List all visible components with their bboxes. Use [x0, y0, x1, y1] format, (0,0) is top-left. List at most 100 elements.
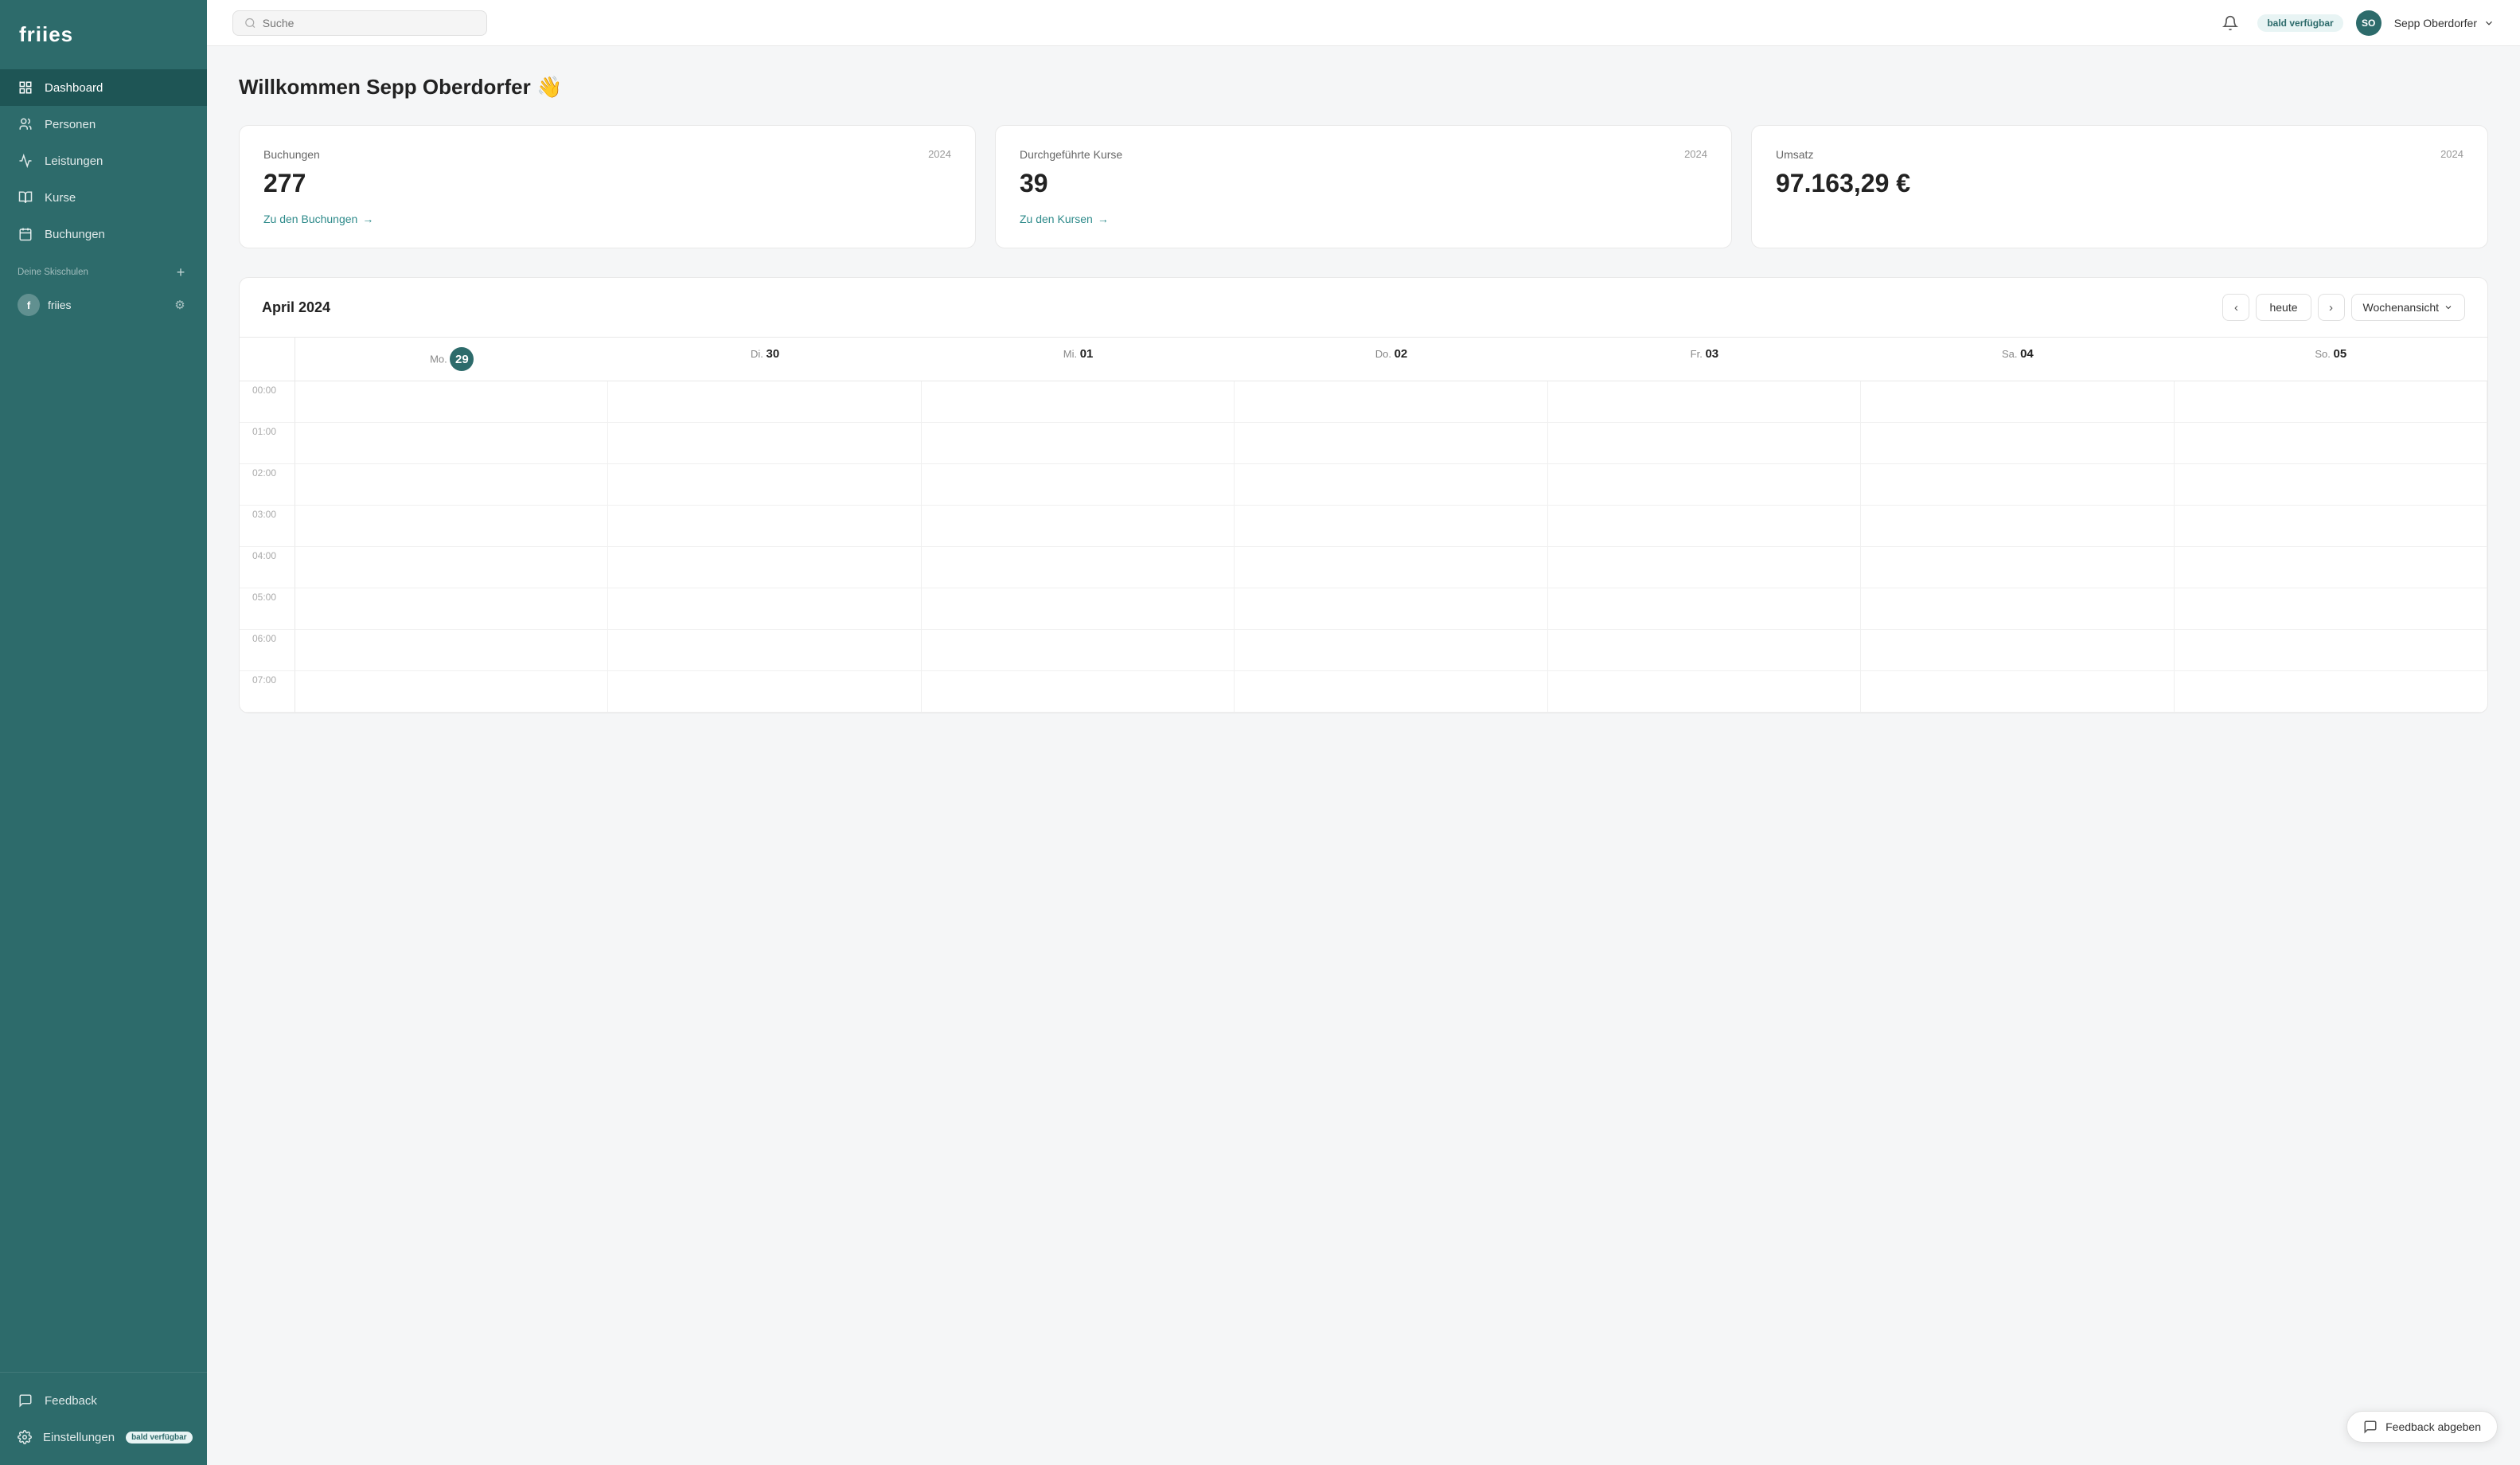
calendar-cell[interactable]: [1861, 630, 2174, 671]
leistungen-icon: [18, 153, 33, 169]
calendar-cell[interactable]: [1861, 381, 2174, 423]
calendar-cell[interactable]: [295, 381, 608, 423]
time-slot: 00:00: [240, 381, 295, 423]
calendar-cell[interactable]: [2175, 506, 2487, 547]
chevron-down-icon: [2444, 303, 2453, 312]
calendar-cell[interactable]: [1548, 630, 1861, 671]
calendar-cell[interactable]: [2175, 381, 2487, 423]
calendar-cell[interactable]: [1548, 381, 1861, 423]
calendar-cell[interactable]: [1235, 464, 1547, 506]
time-slot: 03:00: [240, 506, 295, 547]
calendar-day-number: 30: [767, 347, 780, 361]
calendar-cell[interactable]: [608, 381, 921, 423]
day-abbr: Do.: [1375, 348, 1391, 360]
calendar-today-button[interactable]: heute: [2256, 294, 2311, 321]
calendar-cell[interactable]: [295, 464, 608, 506]
day-abbr: Fr.: [1691, 348, 1703, 360]
notification-button[interactable]: [2216, 9, 2245, 37]
calendar-cell[interactable]: [608, 547, 921, 588]
calendar-cell[interactable]: [922, 381, 1235, 423]
calendar-cell[interactable]: [2175, 547, 2487, 588]
stat-value-umsatz: 97.163,29 €: [1776, 169, 2463, 198]
calendar-cell[interactable]: [922, 464, 1235, 506]
calendar-cell[interactable]: [1861, 547, 2174, 588]
calendar-cell[interactable]: [1235, 588, 1547, 630]
calendar-cell[interactable]: [608, 630, 921, 671]
calendar-cell[interactable]: [922, 506, 1235, 547]
calendar-cell[interactable]: [1861, 506, 2174, 547]
feedback-float-button[interactable]: Feedback abgeben: [2346, 1411, 2498, 1443]
calendar-cell[interactable]: [295, 630, 608, 671]
calendar-cell[interactable]: [1548, 423, 1861, 464]
calendar-cell[interactable]: [608, 464, 921, 506]
calendar-cell[interactable]: [295, 423, 608, 464]
ski-school-avatar: f: [18, 294, 40, 316]
buchungen-icon: [18, 226, 33, 242]
sidebar-item-kurse[interactable]: Kurse: [0, 179, 207, 216]
calendar-cell[interactable]: [295, 588, 608, 630]
buchungen-link-arrow: →: [362, 213, 373, 225]
user-menu-button[interactable]: Sepp Oberdorfer: [2394, 17, 2495, 29]
calendar-cell[interactable]: [1235, 506, 1547, 547]
feedback-label: Feedback: [45, 1394, 97, 1408]
calendar-cell[interactable]: [1548, 671, 1861, 713]
kurse-link[interactable]: Zu den Kursen →: [1020, 213, 1707, 225]
calendar-cell[interactable]: [922, 547, 1235, 588]
calendar-cell[interactable]: [2175, 588, 2487, 630]
search-box[interactable]: [232, 10, 487, 36]
sidebar-item-feedback[interactable]: Feedback: [0, 1382, 207, 1419]
add-ski-school-button[interactable]: +: [172, 264, 189, 281]
calendar-cell[interactable]: [608, 588, 921, 630]
calendar-cell[interactable]: [1861, 588, 2174, 630]
calendar-cell[interactable]: [922, 423, 1235, 464]
feedback-float-label: Feedback abgeben: [2385, 1420, 2481, 1433]
sidebar-item-label: Leistungen: [45, 154, 103, 168]
calendar-cell[interactable]: [608, 423, 921, 464]
sidebar-item-einstellungen[interactable]: Einstellungen bald verfügbar: [0, 1419, 207, 1455]
calendar-cell[interactable]: [922, 671, 1235, 713]
calendar-cell[interactable]: [2175, 671, 2487, 713]
calendar-cell[interactable]: [295, 671, 608, 713]
calendar-cell[interactable]: [922, 630, 1235, 671]
calendar-cell[interactable]: [922, 588, 1235, 630]
calendar-cell[interactable]: [2175, 464, 2487, 506]
calendar-cell[interactable]: [295, 506, 608, 547]
sidebar-item-leistungen[interactable]: Leistungen: [0, 143, 207, 179]
calendar-cell[interactable]: [2175, 630, 2487, 671]
calendar-cell[interactable]: [2175, 423, 2487, 464]
calendar-nav: ‹ heute › Wochenansicht: [2222, 294, 2465, 321]
search-input[interactable]: [263, 17, 475, 29]
calendar-prev-button[interactable]: ‹: [2222, 294, 2249, 321]
calendar-cell[interactable]: [1861, 671, 2174, 713]
calendar-view-button[interactable]: Wochenansicht: [2351, 294, 2465, 321]
calendar-cell[interactable]: [1235, 671, 1547, 713]
calendar-next-button[interactable]: ›: [2318, 294, 2345, 321]
buchungen-link[interactable]: Zu den Buchungen →: [263, 213, 951, 225]
gear-icon[interactable]: ⚙: [170, 295, 189, 314]
sidebar-item-personen[interactable]: Personen: [0, 106, 207, 143]
calendar-cell[interactable]: [1235, 423, 1547, 464]
calendar-cell[interactable]: [1548, 464, 1861, 506]
calendar-cell[interactable]: [1548, 547, 1861, 588]
day-abbr: Mo.: [430, 354, 447, 365]
stat-label-umsatz: Umsatz: [1776, 148, 1813, 161]
calendar-day-header: Sa. 04: [1861, 338, 2174, 381]
calendar-cell[interactable]: [1235, 547, 1547, 588]
sidebar-item-dashboard[interactable]: Dashboard: [0, 69, 207, 106]
calendar-cell[interactable]: [1235, 381, 1547, 423]
calendar-cell[interactable]: [1861, 464, 2174, 506]
calendar-cell[interactable]: [1235, 630, 1547, 671]
calendar-cell[interactable]: [295, 547, 608, 588]
view-label: Wochenansicht: [2363, 301, 2439, 314]
ski-school-item[interactable]: f friies ⚙: [0, 286, 207, 324]
time-slot: 07:00: [240, 671, 295, 713]
time-slot: 04:00: [240, 547, 295, 588]
stat-year-umsatz: 2024: [2440, 148, 2463, 160]
time-slot: 06:00: [240, 630, 295, 671]
calendar-cell[interactable]: [1548, 506, 1861, 547]
calendar-cell[interactable]: [1548, 588, 1861, 630]
calendar-cell[interactable]: [608, 506, 921, 547]
calendar-cell[interactable]: [1861, 423, 2174, 464]
sidebar-item-buchungen[interactable]: Buchungen: [0, 216, 207, 252]
calendar-cell[interactable]: [608, 671, 921, 713]
